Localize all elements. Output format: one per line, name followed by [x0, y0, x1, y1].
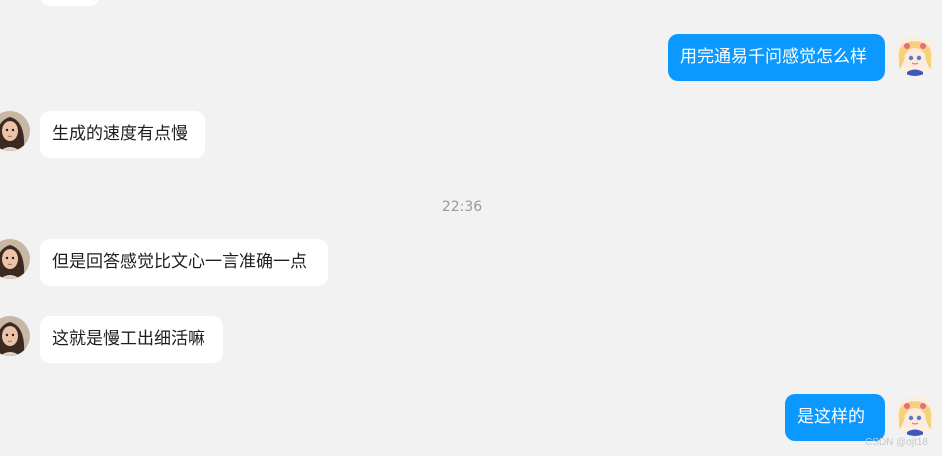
woman-photo-avatar[interactable]	[0, 239, 30, 279]
woman-photo-avatar[interactable]	[0, 111, 30, 151]
message-bubble-incoming[interactable]: 但是回答感觉比文心一言准确一点	[40, 239, 328, 286]
anime-girl-avatar[interactable]	[895, 396, 935, 436]
message-bubble-outgoing[interactable]: 用完通易千问感觉怎么样	[668, 34, 885, 81]
csdn-watermark: CSDN @ojt18	[865, 437, 928, 448]
message-bubble-incoming[interactable]: 生成的速度有点慢	[40, 111, 205, 158]
message-bubble-incoming[interactable]: 这就是慢工出细活嘛	[40, 316, 223, 363]
chat-message-area[interactable]: 用完通易千问感觉怎么样 生成的速度有点慢 22:36 但是回答感觉比文心一言准确…	[0, 0, 942, 456]
message-timestamp: 22:36	[441, 199, 483, 215]
message-bubble-partial	[40, 0, 100, 6]
anime-girl-avatar[interactable]	[895, 36, 935, 76]
woman-photo-avatar[interactable]	[0, 316, 30, 356]
message-bubble-outgoing[interactable]: 是这样的	[785, 394, 885, 441]
